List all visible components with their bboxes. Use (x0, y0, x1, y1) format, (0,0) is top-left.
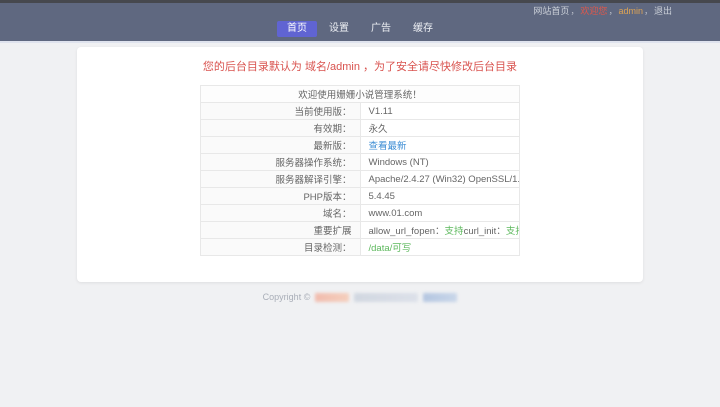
server-os-value: Windows (NT) (360, 154, 520, 171)
logout-link[interactable]: 退出 (654, 6, 672, 16)
row-server-os: 服务器操作系统： Windows (NT) (201, 154, 520, 171)
main-card: 您的后台目录默认为 域名/admin ，为了安全请尽快修改后台目录 欢迎使用姗姗… (77, 47, 643, 282)
tab-settings[interactable]: 设置 (319, 21, 359, 37)
ext-status: 支持 (506, 226, 520, 237)
row-extensions: 重要扩展 allow_url_fopen：支持curl_init：支持file_… (201, 222, 520, 239)
ext-name: allow_url_fopen： (369, 226, 445, 237)
dir-check-value: /data/可写 (369, 243, 412, 254)
copyright-prefix: Copyright © (263, 292, 311, 302)
site-home-link[interactable]: 网站首页 (533, 6, 569, 16)
row-label: 服务器操作系统： (201, 154, 361, 171)
main-nav: 首页 设置 广告 缓存 (0, 21, 720, 37)
row-label: 最新版： (201, 137, 361, 154)
user-links: 网站首页，欢迎您，admin，退出 (533, 4, 672, 18)
row-label: PHP版本： (201, 188, 361, 205)
ext-status: 支持 (445, 226, 464, 237)
validity-value: 永久 (360, 120, 520, 137)
ext-name: curl_init： (464, 226, 506, 237)
copyright: Copyright © (0, 291, 720, 303)
redacted-text-block (423, 293, 457, 302)
extensions-value: allow_url_fopen：支持curl_init：支持file_get：支… (360, 222, 520, 239)
welcome-text: 欢迎您 (580, 6, 607, 16)
row-label: 服务器解译引擎： (201, 171, 361, 188)
domain-value: www.01.com (360, 205, 520, 222)
separator: ， (644, 6, 653, 16)
tab-home[interactable]: 首页 (277, 21, 317, 37)
tab-ads[interactable]: 广告 (361, 21, 401, 37)
welcome-header-row: 欢迎使用姗姗小说管理系统！ (201, 86, 520, 103)
separator: ， (570, 6, 579, 16)
security-warning: 您的后台目录默认为 域名/admin ，为了安全请尽快修改后台目录 (77, 60, 643, 74)
row-php-version: PHP版本： 5.4.45 (201, 188, 520, 205)
separator: ， (608, 6, 617, 16)
row-label: 重要扩展 (201, 222, 361, 239)
username-link[interactable]: admin (618, 6, 643, 16)
row-label: 当前使用版： (201, 103, 361, 120)
check-latest-link[interactable]: 查看最新 (369, 141, 407, 152)
redacted-text-block (315, 293, 349, 302)
php-version-value: 5.4.45 (360, 188, 520, 205)
row-dir-check: 目录检测： /data/可写 (201, 239, 520, 256)
welcome-header: 欢迎使用姗姗小说管理系统！ (201, 86, 520, 103)
header-bar: 网站首页，欢迎您，admin，退出 首页 设置 广告 缓存 (0, 3, 720, 43)
redacted-text-block (354, 293, 418, 302)
server-engine-value: Apache/2.4.27 (Win32) OpenSSL/1.0.2l mod… (360, 171, 520, 188)
tab-cache[interactable]: 缓存 (403, 21, 443, 37)
row-server-engine: 服务器解译引擎： Apache/2.4.27 (Win32) OpenSSL/1… (201, 171, 520, 188)
row-label: 有效期： (201, 120, 361, 137)
row-current-version: 当前使用版： V1.11 (201, 103, 520, 120)
current-version-value: V1.11 (360, 103, 520, 120)
row-latest-version: 最新版： 查看最新 (201, 137, 520, 154)
row-label: 目录检测： (201, 239, 361, 256)
row-domain: 域名： www.01.com (201, 205, 520, 222)
row-label: 域名： (201, 205, 361, 222)
system-info-table: 欢迎使用姗姗小说管理系统！ 当前使用版： V1.11 有效期： 永久 最新版： … (200, 85, 520, 256)
row-validity: 有效期： 永久 (201, 120, 520, 137)
